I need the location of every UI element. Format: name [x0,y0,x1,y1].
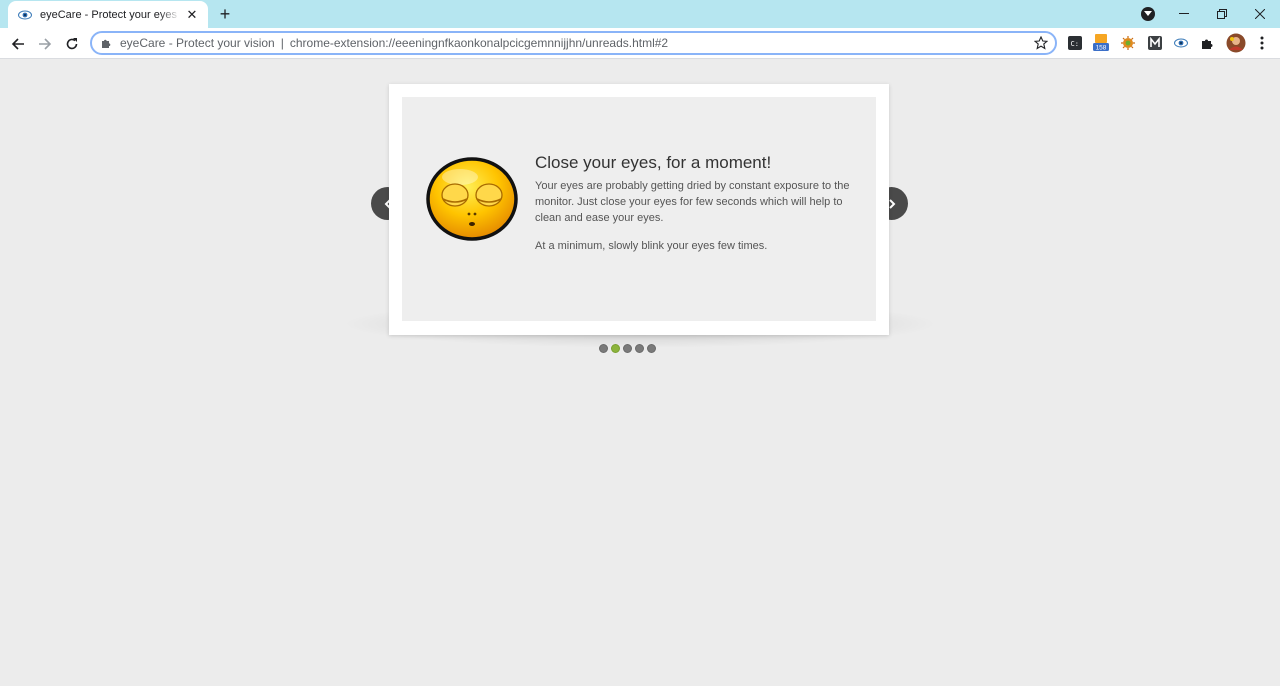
menu-kebab-icon[interactable] [1254,35,1270,51]
tab-title: eyeCare - Protect your eyes and vision [40,8,180,21]
slide-heading: Close your eyes, for a moment! [535,153,772,172]
reload-icon[interactable] [60,32,84,56]
close-tab-icon[interactable]: ✕ [184,7,200,23]
profile-dropdown-icon[interactable] [1141,7,1155,21]
restore-button[interactable] [1203,0,1241,28]
bug-extension-icon[interactable] [1120,35,1136,51]
new-tab-button[interactable]: + [214,4,236,24]
slide-content: Close your eyes, for a moment! Your eyes… [402,97,876,321]
url-separator: | [280,36,284,50]
eye-icon [18,8,32,22]
minimize-button[interactable] [1165,0,1203,28]
site-name: eyeCare - Protect your vision [120,36,275,50]
pagination-dot[interactable] [647,344,656,353]
slide-body-text: Your eyes are probably getting dried by … [535,180,850,224]
puzzle-icon [100,36,114,50]
slide-tip-text: At a minimum, slowly blink your eyes few… [535,240,768,252]
back-arrow-icon[interactable] [6,32,30,56]
profile-avatar[interactable] [1226,33,1246,53]
slide-card: Close your eyes, for a moment! Your eyes… [389,84,889,335]
browser-tab[interactable]: eyeCare - Protect your eyes and vision ✕ [8,1,208,28]
svg-text:C:: C: [1071,40,1079,48]
bookmark-star-icon[interactable] [1033,35,1049,51]
url-text: chrome-extension://eeeningnfkaonkonalpci… [289,36,669,50]
eye-extension-icon[interactable] [1173,35,1189,51]
rss-badge-count: 158 [1096,45,1107,52]
pagination-dot-active[interactable] [611,344,620,353]
pagination-dot[interactable] [623,344,632,353]
address-bar[interactable]: eyeCare - Protect your vision | chrome-e… [90,31,1057,55]
m-extension-icon[interactable] [1147,35,1163,51]
terminal-extension-icon[interactable]: C: [1067,35,1083,51]
browser-toolbar: eyeCare - Protect your vision | chrome-e… [0,28,1280,59]
pagination-dot[interactable] [635,344,644,353]
puzzle-extensions-icon[interactable] [1200,35,1216,51]
pagination-dot[interactable] [599,344,608,353]
close-window-button[interactable] [1241,0,1279,28]
rss-extension-icon[interactable]: 158 [1093,34,1109,52]
title-bar: eyeCare - Protect your eyes and vision ✕… [0,0,1280,28]
forward-arrow-icon[interactable] [33,32,57,56]
sleepy-face-emoji [426,157,518,241]
slide-pagination [599,344,656,353]
